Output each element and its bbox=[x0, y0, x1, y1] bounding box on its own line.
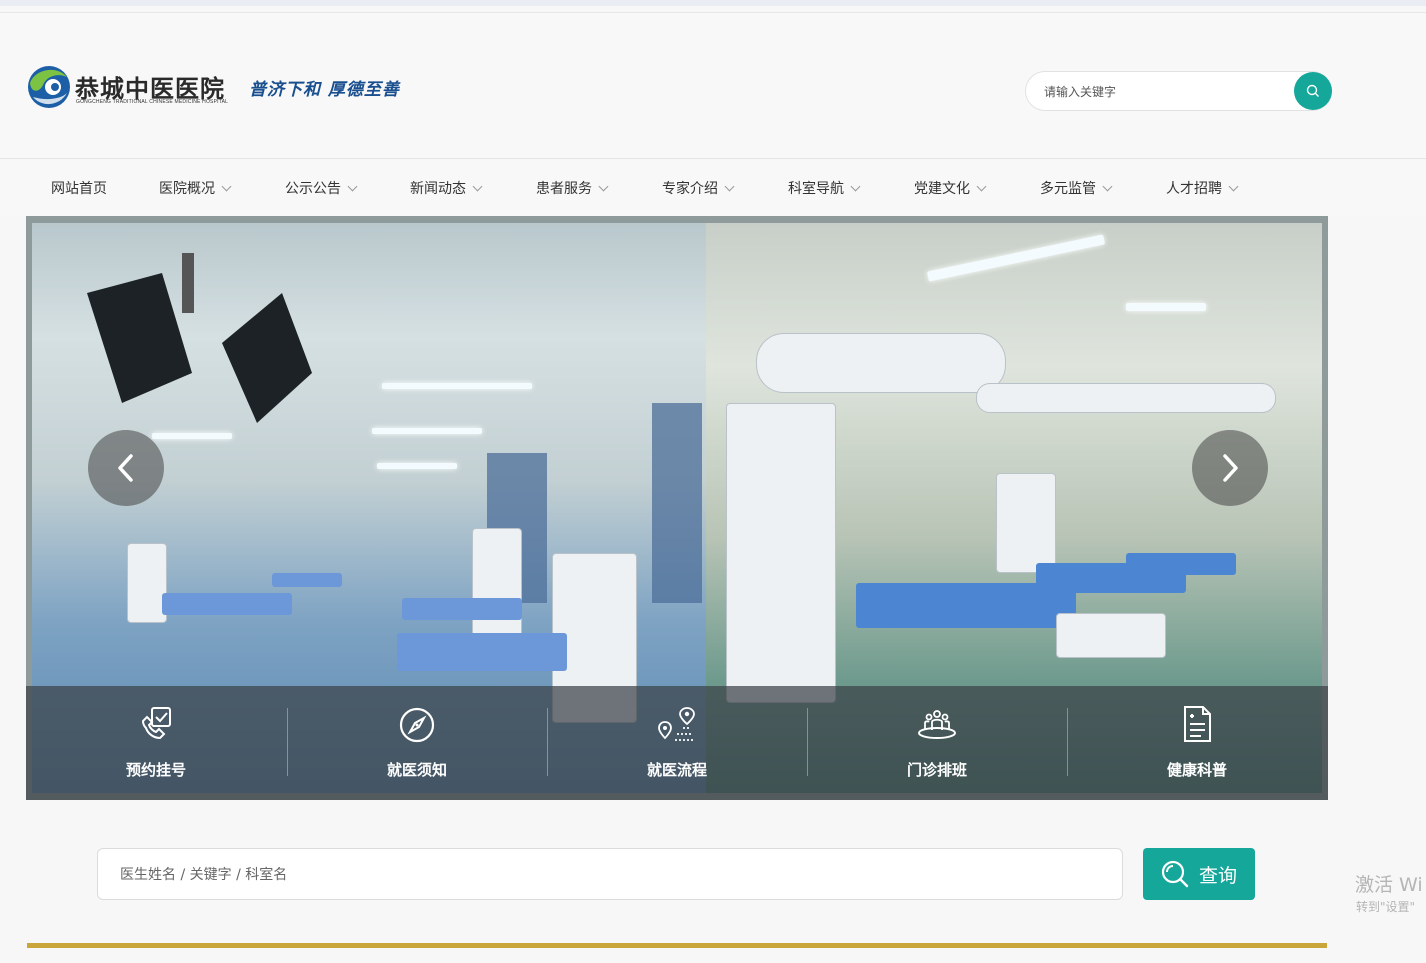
hero-carousel: 预约挂号 就医须知 就医流程 门诊排班 健康科普 bbox=[26, 216, 1328, 800]
chevron-right-icon bbox=[1223, 454, 1238, 482]
nav-item-home[interactable]: 网站首页 bbox=[51, 178, 107, 198]
bedside-table bbox=[1056, 613, 1166, 658]
nav-item-notices[interactable]: 公示公告 bbox=[285, 178, 358, 198]
site-search-input[interactable] bbox=[1044, 82, 1284, 102]
carousel-prev-button[interactable] bbox=[88, 430, 164, 506]
chevron-down-icon bbox=[598, 181, 609, 191]
chevron-down-icon bbox=[472, 181, 483, 191]
doctor-search-button-label: 查询 bbox=[1198, 864, 1237, 887]
quick-links-bar: 预约挂号 就医须知 就医流程 门诊排班 健康科普 bbox=[26, 686, 1328, 800]
nav-item-label: 网站首页 bbox=[51, 181, 107, 197]
nav-item-recruitment[interactable]: 人才招聘 bbox=[1166, 178, 1239, 198]
chevron-down-icon bbox=[347, 181, 358, 191]
hospital-bed bbox=[1126, 553, 1236, 575]
nav-item-label: 新闻动态 bbox=[410, 181, 466, 197]
nav-item-departments[interactable]: 科室导航 bbox=[788, 178, 861, 198]
compass-icon bbox=[399, 707, 435, 743]
hospital-bed bbox=[402, 598, 522, 620]
main-nav: 网站首页 医院概况 公示公告 新闻动态 患者服务 专家介绍 科室导航 党建文化 … bbox=[0, 160, 1426, 216]
dialysis-machine bbox=[127, 543, 167, 623]
dialysis-machine bbox=[472, 528, 522, 638]
nav-item-label: 专家介绍 bbox=[662, 181, 718, 197]
nav-item-label: 患者服务 bbox=[536, 181, 592, 197]
nav-item-news[interactable]: 新闻动态 bbox=[410, 178, 483, 198]
chevron-down-icon bbox=[850, 181, 861, 191]
chevron-down-icon bbox=[1228, 181, 1239, 191]
quick-link-appointment[interactable]: 预约挂号 bbox=[26, 686, 286, 800]
quick-link-notice[interactable]: 就医须知 bbox=[287, 686, 547, 800]
bed-curtain bbox=[652, 403, 702, 603]
section-divider bbox=[27, 943, 1327, 948]
monitor-stand bbox=[996, 473, 1056, 573]
phone-check-icon bbox=[141, 707, 171, 740]
carousel-next-button[interactable] bbox=[1192, 430, 1268, 506]
site-search-button[interactable] bbox=[1294, 72, 1332, 110]
quick-link-label: 就医流程 bbox=[646, 761, 707, 779]
ceiling-light bbox=[372, 428, 482, 434]
nav-item-party-culture[interactable]: 党建文化 bbox=[914, 178, 987, 198]
nav-item-label: 医院概况 bbox=[159, 181, 215, 197]
site-search bbox=[1025, 71, 1332, 111]
nav-item-label: 多元监管 bbox=[1040, 181, 1096, 197]
logo-english-name: GONGCHENG TRADITIONAL CHINESE MEDICINE H… bbox=[76, 99, 229, 105]
search-icon bbox=[1306, 84, 1319, 97]
ceiling-light bbox=[152, 433, 232, 439]
nav-item-label: 人才招聘 bbox=[1166, 181, 1222, 197]
quick-link-label: 健康科普 bbox=[1166, 761, 1227, 779]
chevron-down-icon bbox=[976, 181, 987, 191]
nav-item-label: 党建文化 bbox=[914, 181, 970, 197]
logo-motto: 普济下和 厚德至善 bbox=[249, 80, 400, 100]
team-icon bbox=[918, 710, 956, 739]
site-header: 恭城中医医院 GONGCHENG TRADITIONAL CHINESE MED… bbox=[0, 13, 1426, 159]
doctor-search bbox=[97, 848, 1123, 900]
hospital-bed bbox=[397, 633, 567, 671]
chevron-left-icon bbox=[118, 454, 133, 482]
quick-link-label: 就医须知 bbox=[386, 761, 447, 779]
hospital-logo[interactable]: 恭城中医医院 GONGCHENG TRADITIONAL CHINESE MED… bbox=[27, 63, 400, 123]
chevron-down-icon bbox=[1102, 181, 1113, 191]
quick-link-process[interactable]: 就医流程 bbox=[547, 686, 807, 800]
pendant-boom bbox=[756, 333, 1006, 393]
nav-item-label: 科室导航 bbox=[788, 181, 844, 197]
route-pin-icon bbox=[658, 707, 695, 741]
quick-link-schedule[interactable]: 门诊排班 bbox=[807, 686, 1067, 800]
activation-watermark-hint: 转到"设置" bbox=[1356, 900, 1416, 914]
hospital-bed bbox=[162, 593, 292, 615]
quick-link-label: 预约挂号 bbox=[125, 761, 186, 779]
logo-mark-icon bbox=[28, 66, 70, 108]
doctor-search-button[interactable]: 查询 bbox=[1143, 848, 1255, 900]
activation-watermark: 激活 Wi bbox=[1355, 874, 1423, 896]
chevron-down-icon bbox=[724, 181, 735, 191]
browser-top-strip bbox=[0, 0, 1426, 6]
nav-item-supervision[interactable]: 多元监管 bbox=[1040, 178, 1113, 198]
hospital-bed bbox=[272, 573, 342, 587]
nav-item-label: 公示公告 bbox=[285, 181, 341, 197]
ceiling-light bbox=[1126, 303, 1206, 311]
equipment-tower bbox=[726, 403, 836, 703]
quick-link-health-education[interactable]: 健康科普 bbox=[1067, 686, 1327, 800]
ceiling-light bbox=[926, 234, 1106, 282]
quick-link-label: 门诊排班 bbox=[906, 761, 967, 779]
ceiling-light bbox=[382, 383, 532, 389]
ceiling-light bbox=[377, 463, 457, 469]
search-icon bbox=[1161, 860, 1189, 888]
document-icon bbox=[1184, 706, 1211, 742]
doctor-search-input[interactable] bbox=[120, 864, 1020, 886]
nav-item-patient-services[interactable]: 患者服务 bbox=[536, 178, 609, 198]
pendant-boom bbox=[976, 383, 1276, 413]
tv-mounts-icon bbox=[87, 253, 312, 423]
chevron-down-icon bbox=[221, 181, 232, 191]
nav-item-overview[interactable]: 医院概况 bbox=[159, 178, 232, 198]
nav-item-experts[interactable]: 专家介绍 bbox=[662, 178, 735, 198]
